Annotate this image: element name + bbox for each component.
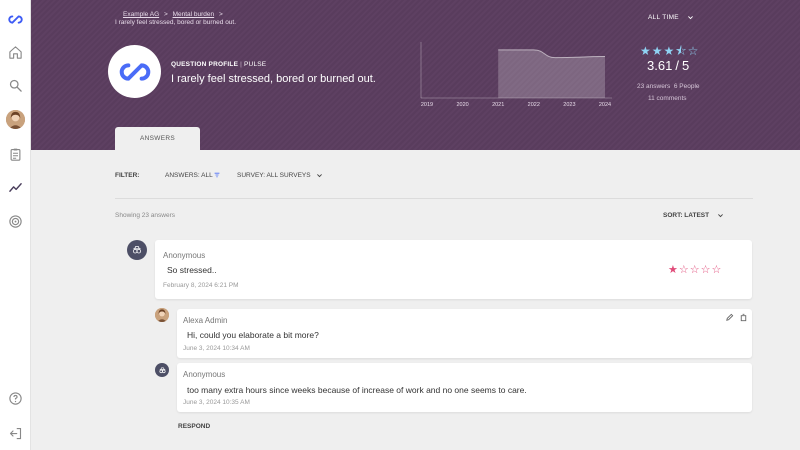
x-tick-label: 2021 (492, 102, 504, 108)
star-empty-icon: ☆ (700, 264, 712, 276)
tab-answers[interactable]: ANSWERS (115, 127, 200, 150)
survey-filter[interactable]: SURVEY: ALL SURVEYS (237, 172, 323, 179)
question-logo (108, 45, 161, 98)
reply-card: Anonymous too many extra hours since wee… (177, 363, 752, 412)
sort-dropdown[interactable]: SORT: LATEST (663, 212, 724, 219)
target-icon[interactable] (7, 213, 24, 230)
chevron-down-icon (688, 16, 693, 20)
logo-icon[interactable] (7, 11, 24, 28)
x-tick-label: 2022 (528, 102, 540, 108)
breadcrumb: Example AG > Mental burden > (123, 11, 226, 18)
average-rating: 3.61/5 (647, 58, 689, 73)
anonymous-icon (133, 246, 141, 254)
comments-count: 11 comments (648, 95, 687, 102)
reply-author: Anonymous (183, 370, 226, 379)
rating-value: 3.61 (647, 58, 673, 73)
reply-date: June 3, 2024 10:34 AM (183, 345, 250, 352)
reply-text: Hi, could you elaborate a bit more? (187, 330, 319, 340)
x-tick-label: 2019 (421, 102, 433, 108)
reply-date: June 3, 2024 10:35 AM (183, 399, 250, 406)
people-count: 6 People (673, 83, 700, 90)
respond-button[interactable]: RESPOND (178, 423, 210, 430)
question-type-label: QUESTION PROFILE (171, 61, 239, 68)
star-empty-icon: ☆ (687, 44, 700, 58)
star-filled-icon: ★ (651, 44, 664, 58)
star-half-icon: ⯪ (675, 44, 688, 58)
logo-icon (119, 62, 150, 81)
trend-chart-svg: 2019 2020 2021 2022 2023 2024 (420, 42, 612, 108)
x-tick-label: 2023 (563, 102, 575, 108)
anonymous-avatar (127, 240, 147, 260)
search-icon[interactable] (7, 77, 24, 94)
star-empty-icon: ☆ (711, 264, 723, 276)
clipboard-icon[interactable] (7, 146, 24, 163)
divider: | (240, 61, 243, 68)
question-subtype-label: PULSE (244, 61, 267, 68)
answers-filter[interactable]: ANSWERS: ALL (165, 172, 220, 179)
survey-filter-label: SURVEY: ALL SURVEYS (237, 172, 311, 180)
filter-label: FILTER: (115, 172, 140, 179)
chevron-down-icon (317, 174, 323, 178)
rating-max: 5 (681, 58, 690, 73)
star-empty-icon: ☆ (689, 264, 701, 276)
trend-icon[interactable] (7, 179, 24, 196)
answer-text: So stressed.. (167, 265, 217, 275)
star-filled-icon: ★ (668, 264, 679, 276)
divider (115, 198, 753, 199)
star-filled-icon: ★ (663, 44, 676, 58)
answer-author: Anonymous (163, 251, 206, 260)
reply-card: Alexa Admin Hi, could you elaborate a bi… (177, 309, 752, 358)
time-range-label: ALL TIME (648, 14, 679, 22)
admin-avatar (155, 308, 169, 322)
time-range-dropdown[interactable]: ALL TIME (648, 14, 694, 21)
breadcrumb-separator: > (218, 11, 223, 18)
rating-slash: / (675, 58, 679, 73)
home-icon[interactable] (7, 44, 24, 61)
x-tick-label: 2020 (456, 102, 468, 108)
admin-avatar-image (155, 308, 169, 322)
answer-stats: 23 answers 6 People (637, 83, 700, 90)
breadcrumb-item-company[interactable]: Example AG (123, 11, 159, 18)
star-empty-icon: ☆ (678, 264, 690, 276)
chevron-down-icon (718, 214, 723, 218)
star-filled-icon: ★ (640, 44, 652, 58)
breadcrumb-item-topic[interactable]: Mental burden (173, 11, 215, 18)
answer-stars: ★☆☆☆☆ (668, 263, 722, 276)
answer-date: February 8, 2024 6:21 PM (163, 282, 239, 289)
reply-text: too many extra hours since weeks because… (187, 385, 527, 395)
edit-icon[interactable] (725, 313, 734, 322)
answers-count: 23 answers (637, 83, 671, 90)
answer-card: Anonymous So stressed.. February 8, 2024… (155, 240, 752, 299)
filter-icon (214, 173, 220, 178)
help-icon[interactable] (7, 390, 24, 407)
question-type: QUESTION PROFILE | PULSE (171, 61, 266, 68)
reply-author: Alexa Admin (183, 316, 228, 325)
anonymous-avatar (155, 363, 169, 377)
breadcrumb-separator: > (163, 11, 168, 18)
x-tick-label: 2024 (599, 102, 611, 108)
sort-label: SORT: LATEST (663, 212, 710, 220)
showing-count: Showing 23 answers (115, 212, 175, 219)
question-title: I rarely feel stressed, bored or burned … (171, 73, 376, 85)
breadcrumb-current: I rarely feel stressed, bored or burned … (115, 19, 237, 26)
anonymous-icon (158, 366, 166, 373)
logout-icon[interactable] (7, 425, 24, 442)
question-header: Example AG > Mental burden > I rarely fe… (31, 0, 800, 150)
delete-icon[interactable] (739, 313, 748, 322)
trend-chart: 2019 2020 2021 2022 2023 2024 (420, 42, 620, 112)
user-avatar[interactable] (6, 110, 25, 129)
sidebar (0, 0, 31, 450)
answers-filter-label: ANSWERS: ALL (165, 172, 213, 179)
